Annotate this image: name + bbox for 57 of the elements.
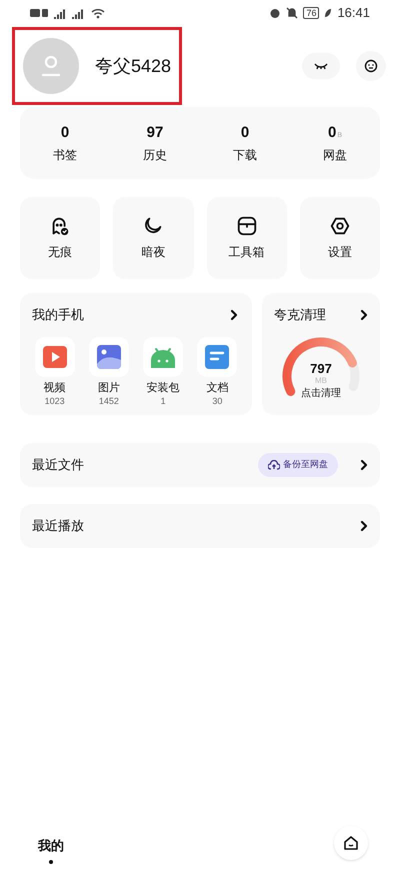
mute-icon [286,7,298,19]
file-type-label: 视频 [44,380,66,394]
nav-tab[interactable]: 我的 [38,836,64,864]
row-title: 最近文件 [32,456,84,474]
cloud-upload-icon [268,460,280,470]
stat-label[interactable]: 历史 [143,146,167,164]
file-type-tile[interactable] [197,336,238,376]
row-title: 最近播放 [32,517,84,536]
clean-link[interactable]: 点击清理 [301,388,341,400]
home-icon [343,835,359,851]
file-type-tile[interactable] [88,336,129,376]
file-count: 1452 [98,394,119,406]
tool-tile[interactable]: 无痕 [20,197,100,279]
stat-value: 0 [328,122,336,143]
clock-time: 16:41 [337,4,370,22]
file-type-tile[interactable] [34,336,75,376]
stat-value: 0 [60,122,70,143]
file-type-label: 安装包 [146,380,180,394]
battery-indicator: 76 [303,7,320,19]
file-count: 1023 [44,394,65,406]
video-icon [42,344,68,370]
closed-eye-icon [314,62,328,70]
card-title[interactable]: 我的手机 [32,305,84,324]
stat-label[interactable]: 网盘 [323,146,347,164]
home-button[interactable] [334,826,368,860]
stat-value: 0 [240,122,250,143]
leaf-icon [324,8,332,18]
image-icon [96,344,122,370]
face-icon [364,59,378,73]
stat-label[interactable]: 下载 [233,146,257,164]
face-button[interactable] [356,51,386,81]
chevron-right-icon [230,308,238,321]
tool-tile[interactable]: 设置 [300,197,380,279]
file-type-label: 图片 [98,380,120,394]
person-icon [41,55,61,77]
eye-closed-button[interactable] [302,53,340,79]
stat-label[interactable]: 书签 [53,146,77,164]
chevron-right-icon [360,459,368,471]
size-unit: MB [315,376,327,384]
file-count: 30 [212,394,222,406]
tool-tile[interactable]: 工具箱 [206,197,287,279]
cleaner-size: 797 [310,360,332,376]
chevron-right-icon [360,520,368,532]
file-type-label: 文档 [206,380,228,394]
file-count: 1 [160,394,166,406]
document-icon [204,344,230,370]
user-name[interactable]: 夸父5428 [95,52,172,80]
backup-button[interactable]: 备份至网盘 [258,453,338,477]
recent-files-row[interactable]: 最近文件 备份至网盘 [20,443,380,487]
file-type-tile[interactable] [143,336,184,376]
recent-play-row[interactable]: 最近播放 [20,504,380,548]
toolbox-icon [236,215,258,237]
card-title[interactable]: 夸克清理 [274,305,326,324]
chevron-right-icon [360,308,368,321]
settings-icon [328,215,351,237]
stat-value: 97 [146,122,164,143]
tool-tile[interactable]: 暗夜 [113,197,194,279]
